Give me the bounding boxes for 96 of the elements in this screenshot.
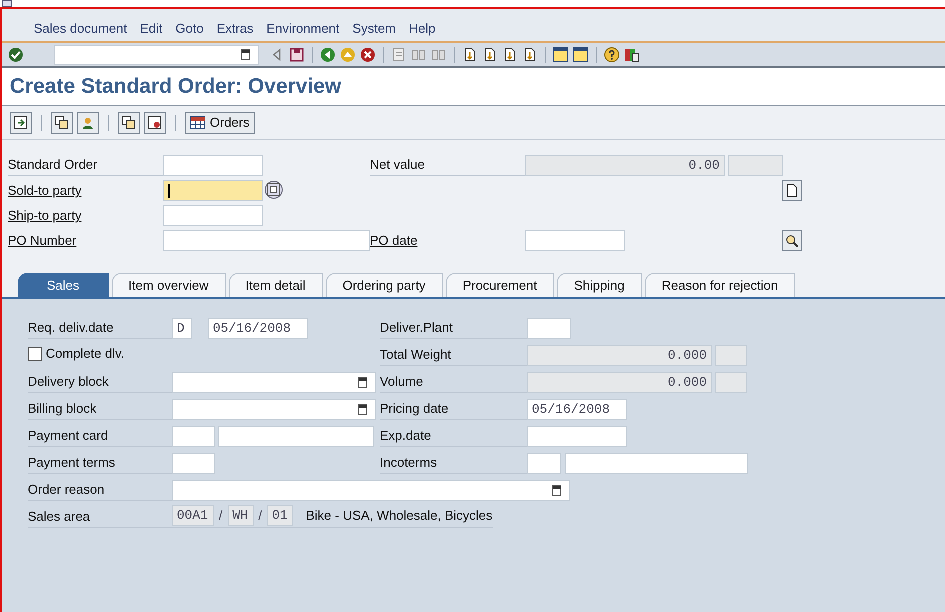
input-field[interactable]: 00A1 [172, 505, 214, 526]
field-label: Total Weight [380, 346, 452, 364]
input-field[interactable] [218, 426, 374, 447]
menu-item[interactable]: Sales document [34, 18, 128, 38]
menu-item[interactable]: Environment [266, 18, 340, 38]
text-cursor [168, 184, 170, 198]
menu-item[interactable]: Goto [176, 18, 204, 38]
input-field[interactable] [565, 453, 748, 474]
menu-item[interactable]: System [352, 18, 396, 38]
input-field[interactable] [172, 480, 570, 501]
field-label: Volume [380, 373, 424, 391]
screen-title: Create Standard Order: Overview [10, 74, 342, 100]
field-label[interactable]: PO Number [8, 231, 77, 251]
field-label: Req. deliv.date [28, 319, 114, 337]
windows-icon [266, 182, 282, 198]
input-field[interactable] [728, 155, 783, 176]
toolbar-button[interactable] [144, 112, 166, 134]
input-field[interactable] [163, 205, 263, 226]
win-glyph [553, 46, 569, 62]
input-field[interactable] [527, 426, 627, 447]
input-field[interactable] [527, 453, 561, 474]
field-label[interactable]: PO date [370, 231, 418, 251]
documents-icon [121, 114, 137, 130]
input-field[interactable] [172, 426, 215, 447]
field-label[interactable]: Sold-to party [8, 181, 82, 201]
up-glyph [340, 46, 356, 62]
checkbox[interactable] [28, 347, 42, 361]
field-label: Billing block [28, 400, 97, 418]
field-label[interactable]: Ship-to party [8, 206, 82, 226]
input-field[interactable]: 0.000 [527, 372, 712, 393]
input-field[interactable] [527, 318, 571, 339]
new-window-button[interactable] [551, 44, 571, 64]
input-field[interactable] [172, 372, 376, 393]
field-label: Delivery block [28, 373, 109, 391]
tab[interactable]: Shipping [557, 273, 642, 297]
field-label: Order reason [28, 481, 105, 499]
tab[interactable]: Sales [18, 273, 109, 297]
help-glyph [604, 46, 620, 62]
input-field[interactable] [163, 180, 263, 201]
input-field[interactable]: 05/16/2008 [527, 399, 627, 420]
back-glyph [320, 46, 336, 62]
table-icon [190, 114, 206, 130]
win-glyph [573, 46, 589, 62]
shortcut-button[interactable] [571, 44, 591, 64]
input-field[interactable]: 05/16/2008 [208, 318, 308, 339]
checkbox-label: Complete dlv. [46, 345, 125, 364]
orders-button[interactable]: Orders [185, 112, 255, 134]
documents-icon [54, 114, 70, 130]
input-field[interactable] [172, 453, 215, 474]
tab[interactable]: Procurement [446, 273, 554, 297]
field-label: Pricing date [380, 400, 449, 418]
tab[interactable]: Item detail [228, 273, 323, 297]
menu-item[interactable]: Edit [140, 18, 163, 38]
field-label: Incoterms [380, 454, 438, 472]
document-button[interactable] [782, 180, 802, 201]
separator-text: / [258, 506, 262, 525]
tab[interactable]: Reason for rejection [644, 273, 796, 297]
input-field[interactable]: 0.00 [525, 155, 725, 176]
input-field[interactable]: D [172, 318, 192, 339]
multiple-selection-button[interactable] [265, 181, 283, 199]
input-field[interactable]: WH [228, 505, 254, 526]
field-label: Exp.date [380, 427, 432, 445]
command-field[interactable] [54, 44, 259, 64]
input-field[interactable] [163, 230, 370, 251]
toolbar-button[interactable] [118, 112, 140, 134]
input-field[interactable] [172, 399, 376, 420]
field-label: Standard Order [8, 156, 98, 174]
print-glyph [391, 46, 407, 62]
toolbar-button[interactable] [10, 112, 32, 134]
menu-item[interactable]: Extras [216, 18, 254, 38]
search-icon [784, 232, 800, 248]
input-field[interactable]: 0.000 [527, 345, 712, 366]
toolbar-button[interactable] [77, 112, 99, 134]
cancel-glyph [360, 46, 376, 62]
field-label: Net value [370, 156, 425, 174]
save-glyph [289, 46, 305, 62]
toolbar-button[interactable] [51, 112, 73, 134]
input-field[interactable] [715, 345, 747, 366]
tab[interactable]: Item overview [112, 273, 226, 297]
separator-text: / [219, 506, 223, 525]
input-field[interactable] [163, 155, 263, 176]
check-glyph [8, 46, 24, 62]
help-button[interactable] [602, 44, 622, 64]
field-label: Payment terms [28, 454, 116, 472]
field-label: Deliver.Plant [380, 319, 453, 337]
sales-area-description: Bike - USA, Wholesale, Bicycles [306, 506, 493, 525]
input-field[interactable] [525, 230, 625, 251]
field-label: Payment card [28, 427, 108, 445]
input-field[interactable]: 01 [267, 505, 294, 526]
input-field[interactable] [715, 372, 747, 393]
search-button[interactable] [782, 230, 802, 251]
layout-glyph [624, 46, 640, 62]
document-icon [147, 114, 163, 130]
menu-item[interactable]: Help [409, 18, 436, 38]
tab[interactable]: Ordering party [326, 273, 443, 297]
field-label: Sales area [28, 508, 90, 526]
